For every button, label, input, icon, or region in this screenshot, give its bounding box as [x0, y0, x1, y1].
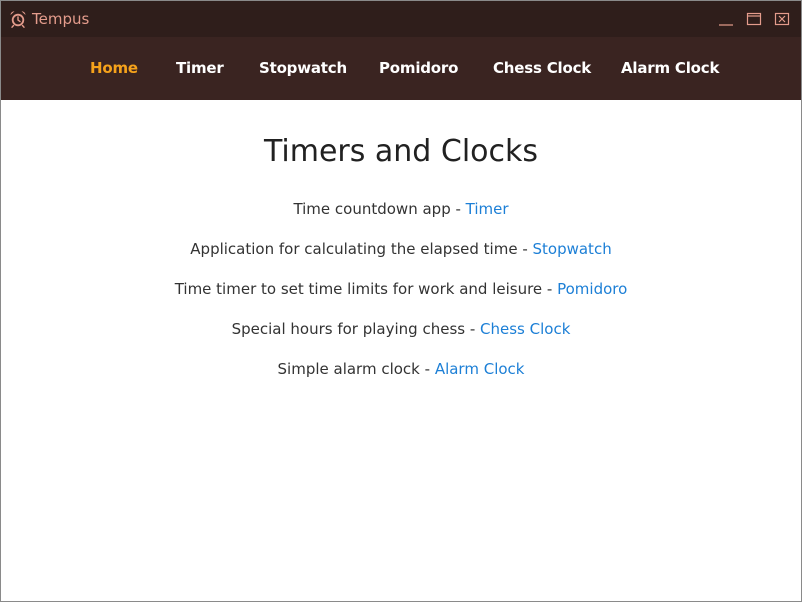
description-line-chess-clock: Special hours for playing chess - Chess … — [1, 319, 801, 339]
title-bar[interactable]: Tempus — [1, 1, 801, 37]
nav-item-stopwatch[interactable]: Stopwatch — [259, 59, 347, 77]
description-text: Application for calculating the elapsed … — [190, 240, 533, 258]
nav-item-pomidoro[interactable]: Pomidoro — [379, 59, 458, 77]
description-line-pomidoro: Time timer to set time limits for work a… — [1, 279, 801, 299]
alarm-clock-icon — [9, 10, 27, 28]
maximize-button[interactable] — [745, 11, 763, 27]
description-line-timer: Time countdown app - Timer — [1, 199, 801, 219]
main-navigation: Home Timer Stopwatch Pomidoro Chess Cloc… — [1, 37, 801, 100]
description-text: Time timer to set time limits for work a… — [174, 280, 558, 298]
minimize-icon — [719, 24, 733, 26]
alarm-clock-link[interactable]: Alarm Clock — [435, 360, 525, 378]
close-button[interactable] — [773, 11, 791, 27]
pomidoro-link[interactable]: Pomidoro — [557, 280, 627, 298]
main-content: Timers and Clocks Time countdown app - T… — [1, 100, 801, 601]
nav-item-chess-clock[interactable]: Chess Clock — [493, 59, 591, 77]
window-title: Tempus — [32, 10, 90, 28]
nav-item-home[interactable]: Home — [90, 59, 138, 77]
description-text: Simple alarm clock - — [277, 360, 435, 378]
timer-link[interactable]: Timer — [466, 200, 509, 218]
minimize-button[interactable] — [717, 11, 735, 27]
app-window: Tempus Home Timer Stopwatch Pomidoro Che… — [0, 0, 802, 602]
page-title: Timers and Clocks — [263, 134, 539, 169]
nav-item-timer[interactable]: Timer — [176, 59, 224, 77]
nav-item-alarm-clock[interactable]: Alarm Clock — [621, 59, 719, 77]
chess-clock-link[interactable]: Chess Clock — [480, 320, 570, 338]
description-line-stopwatch: Application for calculating the elapsed … — [1, 239, 801, 259]
maximize-icon — [746, 12, 762, 26]
description-text: Special hours for playing chess - — [231, 320, 481, 338]
description-line-alarm-clock: Simple alarm clock - Alarm Clock — [1, 359, 801, 379]
close-icon — [774, 12, 790, 26]
stopwatch-link[interactable]: Stopwatch — [533, 240, 612, 258]
description-text: Time countdown app - — [293, 200, 466, 218]
